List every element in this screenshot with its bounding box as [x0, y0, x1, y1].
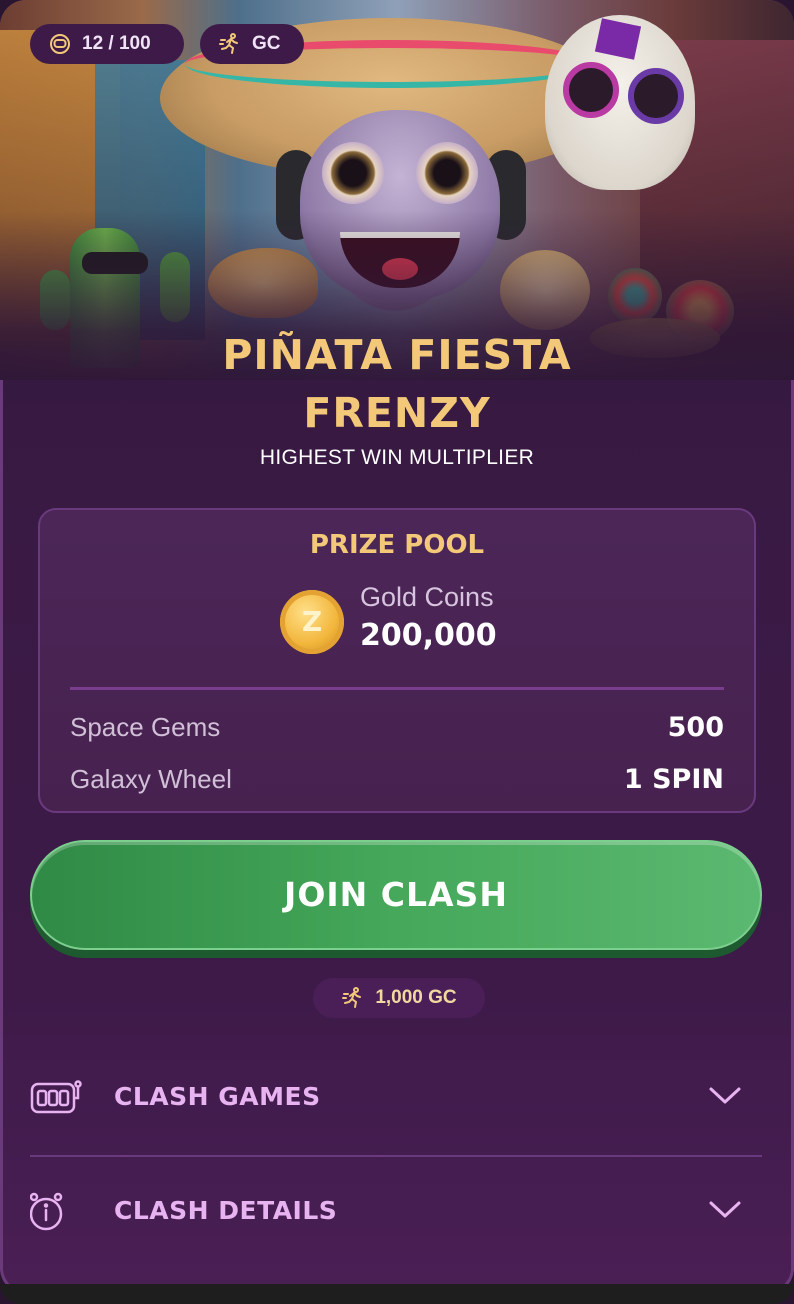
join-clash-button[interactable]: JOIN CLASH — [30, 840, 762, 950]
prize-pool-panel: PRIZE POOL Z Gold Coins 200,000 Space Ge… — [38, 508, 756, 813]
event-title-line-2: FRENZY — [303, 389, 491, 437]
prize-divider — [70, 687, 724, 690]
prize-row-label: Galaxy Wheel — [70, 764, 232, 794]
sugar-skull-eye-left — [563, 62, 619, 118]
gold-coins-value: 200,000 — [360, 618, 497, 653]
event-subtitle: HIGHEST WIN MULTIPLIER — [259, 446, 535, 469]
currency-text: GC — [252, 33, 281, 54]
prize-pool-title: PRIZE POOL — [309, 530, 485, 560]
sugar-skull-eye-right — [628, 68, 684, 124]
prize-row-space-gems: Space Gems 500 — [70, 710, 724, 750]
prize-row-value: 1 SPIN — [623, 764, 724, 795]
players-count-badge: 12 / 100 — [30, 24, 184, 64]
running-person-icon — [342, 987, 362, 1008]
alarm-clock-info-icon — [30, 1192, 63, 1231]
entry-cost-text: 1,000 GC — [375, 987, 457, 1008]
section-divider — [30, 1155, 762, 1157]
event-title: PIÑATA FIESTA FRENZY — [0, 326, 794, 442]
prize-row-galaxy-wheel: Galaxy Wheel 1 SPIN — [70, 762, 724, 802]
clash-details-toggle[interactable]: CLASH DETAILS — [30, 1172, 762, 1252]
card-bottom-edge — [0, 1284, 794, 1304]
clash-games-label: CLASH GAMES — [114, 1082, 321, 1111]
creature-eye-right — [416, 142, 478, 204]
players-count-text: 12 / 100 — [82, 33, 151, 54]
event-title-line-1: PIÑATA FIESTA — [222, 331, 572, 379]
entry-cost-badge: 1,000 GC — [313, 978, 485, 1018]
astronaut-helmet-icon — [50, 34, 70, 54]
chevron-down-icon — [709, 1087, 741, 1104]
currency-badge: GC — [200, 24, 304, 64]
creature-eye-left — [322, 142, 384, 204]
gold-coin-letter: Z — [301, 605, 323, 638]
chevron-down-icon — [709, 1201, 741, 1218]
gold-coin-icon: Z — [280, 590, 344, 654]
gold-coins-label: Gold Coins — [360, 582, 494, 612]
clash-details-label: CLASH DETAILS — [114, 1196, 338, 1225]
slot-machine-icon — [30, 1080, 82, 1114]
running-person-icon — [219, 33, 238, 54]
prize-row-value: 500 — [667, 712, 724, 743]
clash-games-toggle[interactable]: CLASH GAMES — [30, 1058, 762, 1138]
clash-card: 12 / 100 GC PIÑATA FIESTA FRENZY HIGHEST… — [0, 0, 794, 1294]
prize-row-label: Space Gems — [70, 712, 221, 742]
